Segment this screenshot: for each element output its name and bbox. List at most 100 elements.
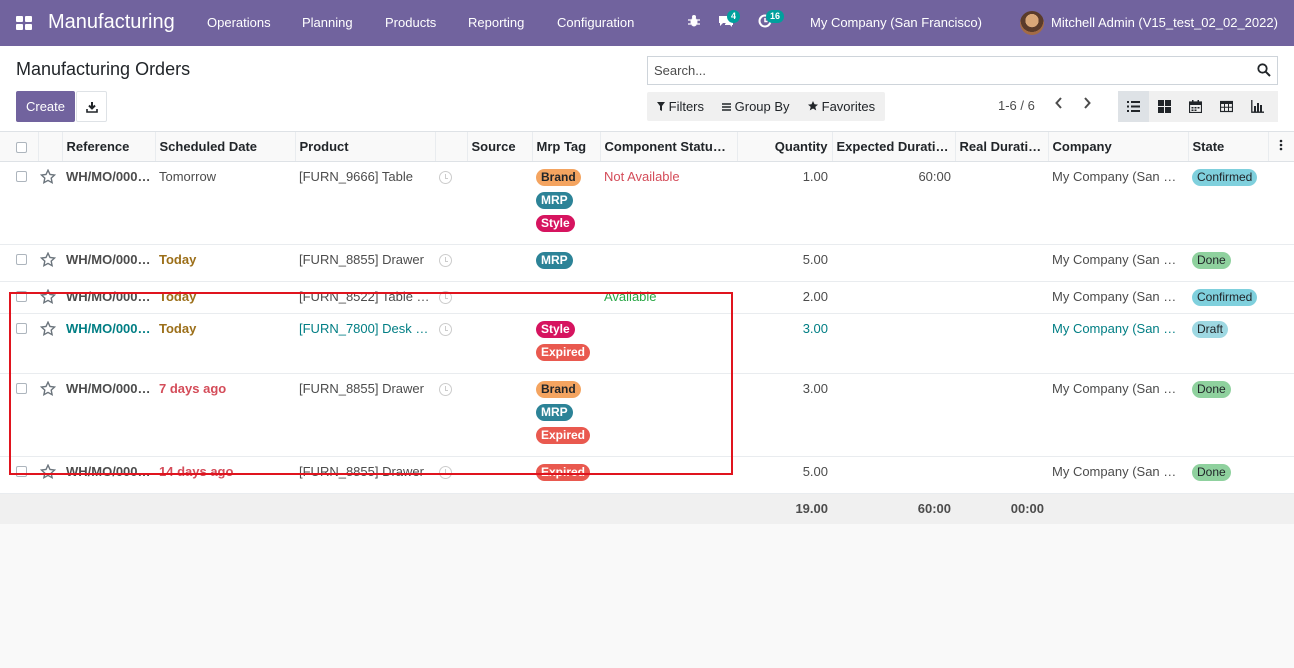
row-favorite-cell[interactable]: [38, 160, 62, 244]
row-favorite-cell[interactable]: [38, 455, 62, 493]
row-select-cell[interactable]: [0, 455, 38, 493]
star-icon[interactable]: [39, 288, 57, 305]
menu-planning[interactable]: Planning: [302, 15, 353, 30]
row-favorite-cell[interactable]: [38, 312, 62, 373]
column-header-component-status[interactable]: Component Status…: [600, 132, 738, 162]
menu-configuration[interactable]: Configuration: [557, 15, 634, 30]
row-checkbox[interactable]: [16, 465, 27, 477]
row-checkbox[interactable]: [16, 290, 27, 302]
column-header-mrp-tag[interactable]: Mrp Tag: [532, 132, 601, 162]
calendar-view-button[interactable]: [1180, 91, 1211, 122]
row-select-cell[interactable]: [0, 160, 38, 244]
row-favorite-cell[interactable]: [38, 280, 62, 313]
search-input[interactable]: [648, 57, 1238, 84]
column-header-company[interactable]: Company: [1048, 132, 1189, 162]
star-icon[interactable]: [39, 168, 57, 185]
apps-menu-icon[interactable]: [16, 16, 32, 31]
activity-clock-icon[interactable]: [439, 170, 452, 184]
table-row[interactable]: WH/MO/000… Today [FURN_8522] Table … Availa…: [0, 280, 1294, 313]
cell-scheduled-date: Today: [155, 243, 295, 281]
cell-company: My Company (San F…: [1048, 312, 1188, 373]
activity-clock-icon[interactable]: [439, 290, 452, 304]
menu-operations[interactable]: Operations: [207, 15, 271, 30]
row-checkbox[interactable]: [16, 170, 27, 182]
cell-activity[interactable]: [435, 280, 467, 313]
column-header-source[interactable]: Source: [467, 132, 533, 162]
row-select-cell[interactable]: [0, 372, 38, 456]
select-all-checkbox[interactable]: [16, 141, 27, 153]
mrp-tag-badge: Style: [536, 214, 575, 232]
column-header-state[interactable]: State: [1188, 132, 1269, 162]
row-select-cell[interactable]: [0, 312, 38, 373]
table-body: WH/MO/000… Tomorrow [FURN_9666] Table Brand…: [0, 160, 1294, 493]
vertical-ellipsis-icon: [1279, 139, 1283, 151]
favorites-dropdown[interactable]: Favorites: [808, 99, 875, 114]
table-row[interactable]: WH/MO/000… 7 days ago [FURN_8855] Drawer Br…: [0, 372, 1294, 456]
user-menu[interactable]: Mitchell Admin (V15_test_02_02_2022): [1051, 15, 1278, 30]
groupby-dropdown[interactable]: Group By: [722, 99, 790, 114]
table-row[interactable]: WH/MO/000… Today [FURN_8855] Drawer MRP 5.00…: [0, 243, 1294, 281]
cell-activity[interactable]: [435, 160, 467, 244]
select-all-header[interactable]: [0, 132, 39, 162]
mrp-tag-badge: MRP: [536, 191, 573, 209]
column-header-product[interactable]: Product: [295, 132, 436, 162]
cell-company: My Company (San F…: [1048, 372, 1188, 456]
cell-product: [FURN_9666] Table: [295, 160, 435, 244]
cell-state: Done: [1188, 243, 1268, 281]
cell-activity[interactable]: [435, 243, 467, 281]
cell-state: Done: [1188, 455, 1268, 493]
app-brand[interactable]: Manufacturing: [48, 11, 175, 34]
page-title[interactable]: Manufacturing Orders: [16, 59, 190, 80]
cell-activity[interactable]: [435, 312, 467, 373]
create-button[interactable]: Create: [16, 91, 75, 122]
table-row[interactable]: WH/MO/000… Tomorrow [FURN_9666] Table Brand…: [0, 160, 1294, 244]
row-select-cell[interactable]: [0, 243, 38, 281]
search-icon[interactable]: [1257, 63, 1271, 77]
column-header-reference[interactable]: Reference: [62, 132, 156, 162]
cell-activity[interactable]: [435, 455, 467, 493]
list-view-button[interactable]: [1118, 91, 1149, 122]
cell-activity[interactable]: [435, 372, 467, 456]
activity-clock-icon[interactable]: [439, 253, 452, 267]
menu-products[interactable]: Products: [385, 15, 436, 30]
pager-previous-button[interactable]: [1051, 96, 1067, 114]
debug-bug-icon[interactable]: [685, 14, 703, 32]
activity-clock-icon[interactable]: [439, 465, 452, 479]
star-icon[interactable]: [39, 320, 57, 337]
pivot-table-icon: [1220, 100, 1233, 113]
export-download-button[interactable]: [76, 91, 107, 122]
pager-value[interactable]: 1-6 / 6: [998, 98, 1035, 113]
messages-icon[interactable]: 4: [717, 10, 741, 32]
company-switcher[interactable]: My Company (San Francisco): [810, 15, 982, 30]
row-checkbox[interactable]: [16, 322, 27, 334]
column-header-quantity[interactable]: Quantity: [737, 132, 833, 162]
pager-next-button[interactable]: [1079, 96, 1095, 114]
pivot-view-button[interactable]: [1211, 91, 1242, 122]
user-avatar[interactable]: [1020, 11, 1044, 35]
column-header-scheduled-date[interactable]: Scheduled Date: [155, 132, 296, 162]
cell-quantity: 5.00: [737, 243, 832, 281]
column-header-real-duration[interactable]: Real Duration: [955, 132, 1049, 162]
row-favorite-cell[interactable]: [38, 372, 62, 456]
star-icon[interactable]: [39, 251, 57, 268]
graph-view-button[interactable]: [1242, 91, 1273, 122]
activity-clock-icon[interactable]: [439, 322, 452, 336]
kanban-view-button[interactable]: [1149, 91, 1180, 122]
cell-quantity: 3.00: [737, 372, 832, 456]
column-header-expected-duration[interactable]: Expected Durati…: [832, 132, 956, 162]
star-icon[interactable]: [39, 380, 57, 397]
filters-dropdown[interactable]: Filters: [657, 99, 704, 114]
menu-reporting[interactable]: Reporting: [468, 15, 524, 30]
activities-clock-icon[interactable]: 16: [756, 10, 785, 32]
row-checkbox[interactable]: [16, 253, 27, 265]
row-favorite-cell[interactable]: [38, 243, 62, 281]
row-checkbox[interactable]: [16, 382, 27, 394]
activity-clock-icon[interactable]: [439, 382, 452, 396]
cell-real-duration: [955, 372, 1048, 456]
table-row[interactable]: WH/MO/000… 14 days ago [FURN_8855] Drawer E…: [0, 455, 1294, 493]
optional-columns-toggle[interactable]: [1268, 132, 1294, 162]
cell-scheduled-date: 14 days ago: [155, 455, 295, 493]
row-select-cell[interactable]: [0, 280, 38, 313]
table-row[interactable]: WH/MO/000… Today [FURN_7800] Desk … Style Ex…: [0, 312, 1294, 373]
star-icon[interactable]: [39, 463, 57, 480]
